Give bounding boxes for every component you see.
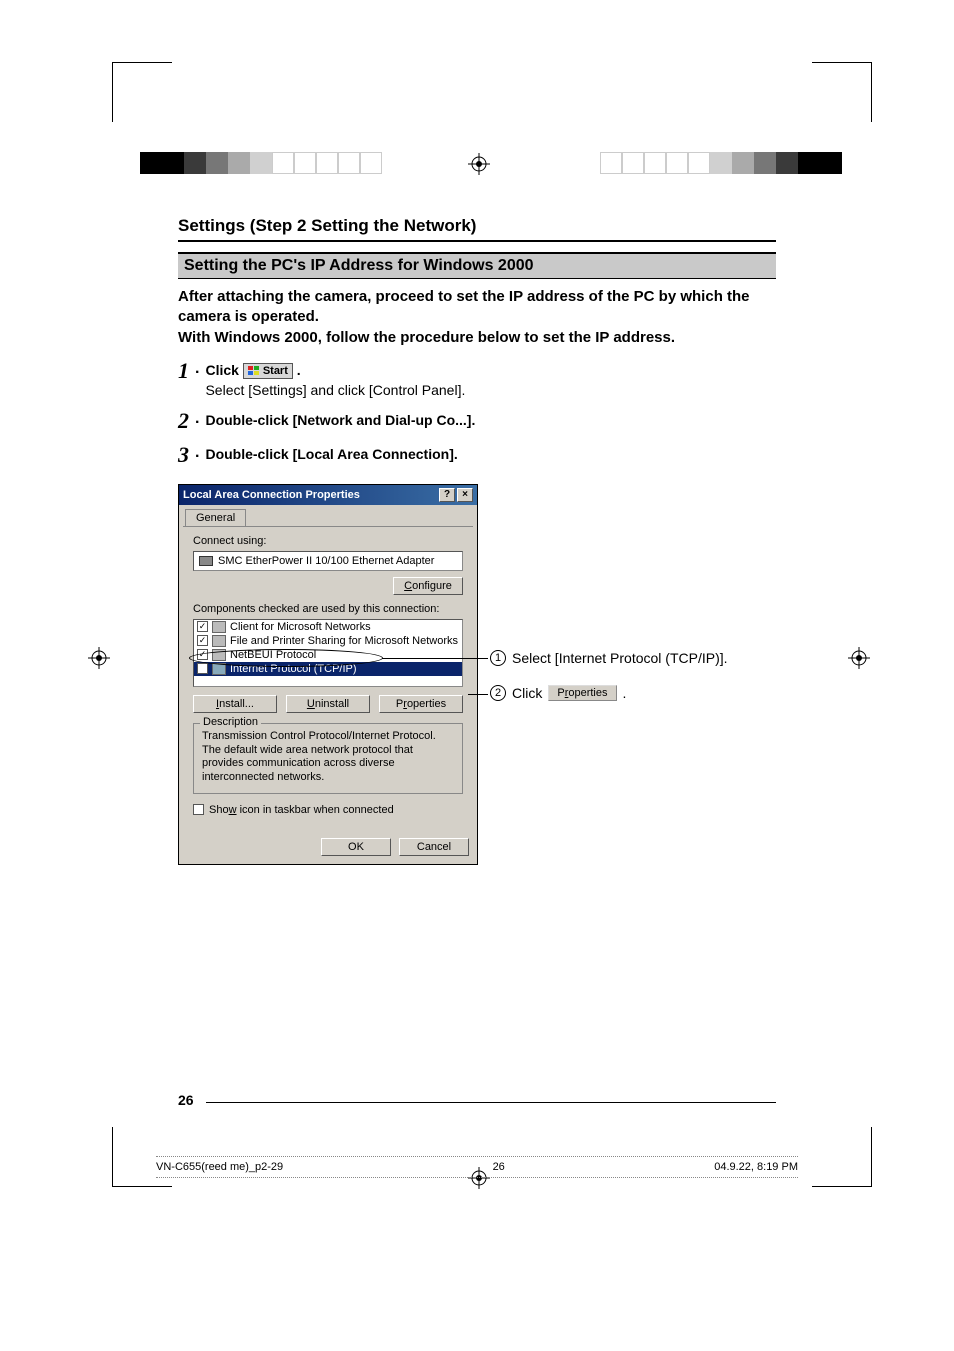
client-icon — [212, 621, 226, 633]
step-3: 3. Double-click [Local Area Connection]. — [178, 444, 776, 466]
subsection-heading: Setting the PC's IP Address for Windows … — [178, 252, 776, 279]
components-label: Components checked are used by this conn… — [193, 603, 463, 615]
step-2: 2. Double-click [Network and Dial-up Co.… — [178, 410, 776, 432]
description-text: Transmission Control Protocol/Internet P… — [202, 730, 454, 785]
service-icon — [212, 635, 226, 647]
close-button[interactable]: × — [457, 488, 473, 502]
callout-line — [382, 658, 488, 659]
show-icon-checkbox[interactable] — [193, 804, 204, 815]
description-group-label: Description — [200, 716, 261, 728]
callout-2: 2 Click Properties . — [490, 685, 626, 701]
start-button-illustration: Start — [243, 363, 293, 379]
callout-line — [468, 694, 488, 695]
step-1: 1. Click Start . Select [Settings] and c… — [178, 360, 776, 398]
footer: VN-C655(reed me)_p2-29 26 04.9.22, 8:19 … — [156, 1156, 798, 1178]
registration-mark-icon — [88, 647, 110, 669]
tab-general[interactable]: General — [185, 509, 246, 526]
connect-using-label: Connect using: — [193, 535, 463, 547]
ok-button[interactable]: OK — [321, 838, 391, 856]
section-heading: Settings (Step 2 Setting the Network) — [178, 216, 776, 236]
configure-button[interactable]: Configure — [393, 577, 463, 595]
show-icon-label: Show icon in taskbar when connected — [209, 804, 394, 816]
windows-logo-icon — [248, 366, 260, 377]
connection-properties-dialog: Local Area Connection Properties ? × Gen… — [178, 484, 478, 865]
color-bar — [140, 152, 382, 174]
registration-mark-icon — [468, 153, 490, 175]
properties-button[interactable]: Properties — [379, 695, 463, 713]
tcpip-item[interactable]: ✓Internet Protocol (TCP/IP) — [194, 662, 462, 676]
callout-1: 1 Select [Internet Protocol (TCP/IP)]. — [490, 650, 728, 666]
install-button[interactable]: Install... — [193, 695, 277, 713]
components-listbox[interactable]: ✓Client for Microsoft Networks ✓File and… — [193, 619, 463, 687]
network-adapter-icon — [199, 556, 213, 566]
help-button[interactable]: ? — [439, 488, 455, 502]
color-bar — [600, 152, 842, 174]
properties-button-illustration: Properties — [548, 685, 616, 701]
cancel-button[interactable]: Cancel — [399, 838, 469, 856]
intro-text: After attaching the camera, proceed to s… — [178, 287, 776, 348]
protocol-icon — [212, 649, 226, 661]
protocol-icon — [212, 663, 226, 675]
page-number: 26 — [178, 1092, 194, 1108]
uninstall-button[interactable]: Uninstall — [286, 695, 370, 713]
adapter-field: SMC EtherPower II 10/100 Ethernet Adapte… — [193, 551, 463, 571]
registration-mark-icon — [848, 647, 870, 669]
dialog-title: Local Area Connection Properties — [183, 489, 360, 501]
